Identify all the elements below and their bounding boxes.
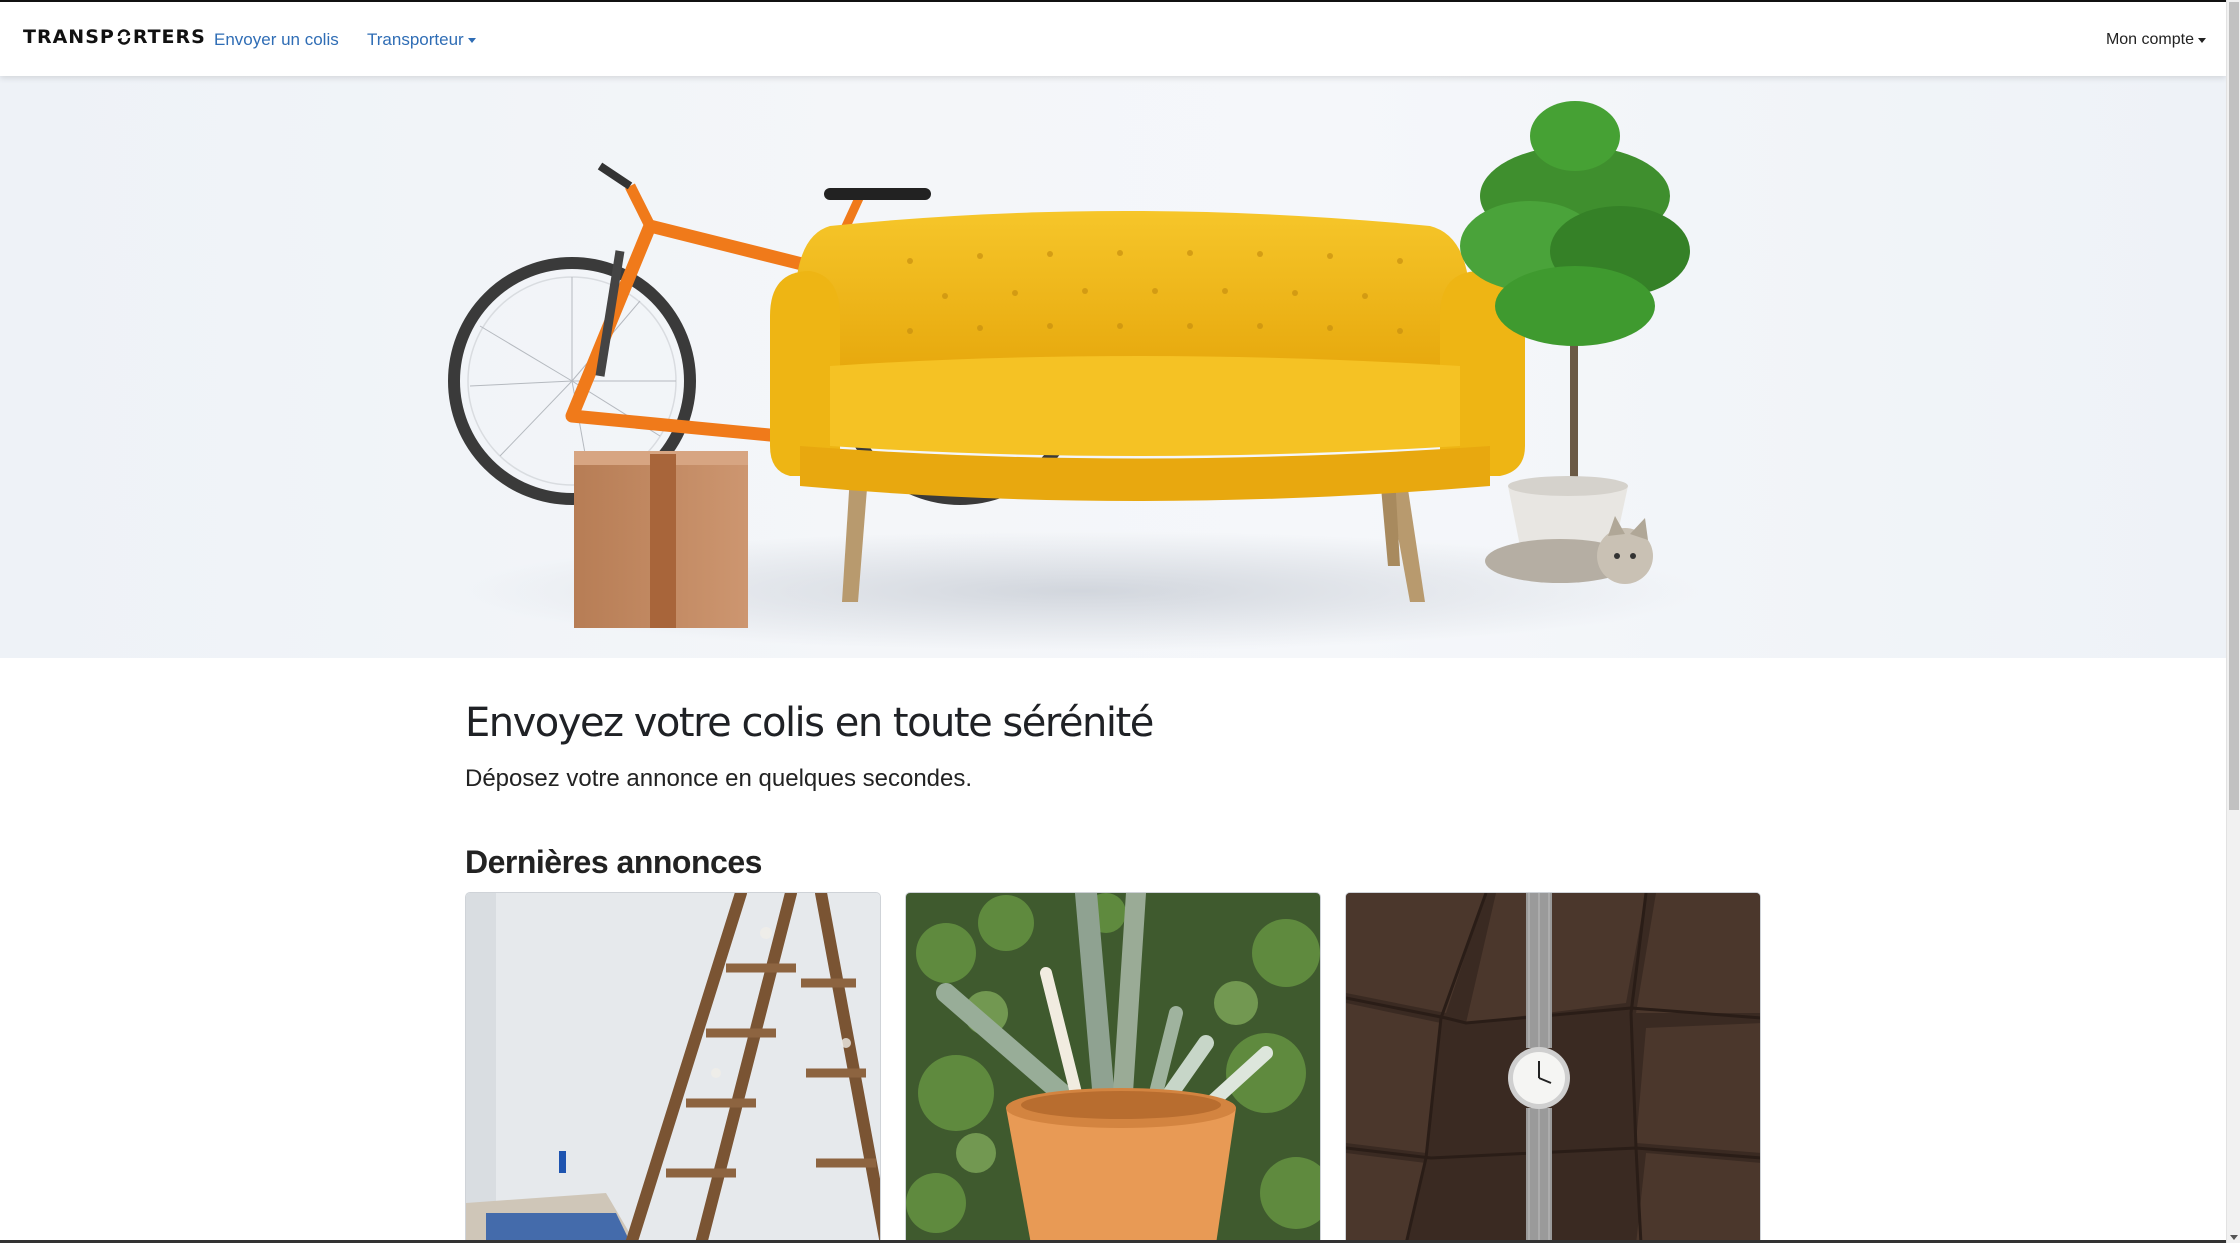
brand-text-right: RTERS — [132, 26, 206, 48]
latest-listings — [465, 892, 1761, 1243]
caret-down-icon — [2198, 37, 2206, 43]
garden-tools-image — [906, 893, 1320, 1242]
hero-illustration — [448, 101, 1700, 651]
scrollbar-thumb[interactable] — [2229, 2, 2239, 810]
nav-link-send-parcel[interactable]: Envoyer un colis — [214, 30, 339, 50]
brand-text-left: TRANSP — [23, 26, 115, 48]
listing-card[interactable] — [905, 892, 1321, 1243]
logo-arrows-icon — [117, 29, 131, 45]
nav-dropdown-carrier-label: Transporteur — [367, 30, 464, 49]
scroll-down-arrow-icon[interactable] — [2230, 1235, 2238, 1240]
account-dropdown[interactable]: Mon compte — [2106, 31, 2206, 49]
top-navbar: TRANSP RTERS Envoyer un colis Transporte… — [0, 0, 2226, 76]
caret-down-icon — [467, 37, 476, 43]
account-dropdown-label: Mon compte — [2105, 31, 2194, 48]
cardboard-box-icon — [574, 451, 748, 628]
wooden-ladder-image — [466, 893, 880, 1242]
hero-banner — [0, 76, 2226, 658]
page-scrollbar[interactable] — [2226, 0, 2240, 1243]
latest-listings-title: Dernières annonces — [465, 844, 762, 880]
nav-dropdown-carrier[interactable]: Transporteur — [367, 30, 476, 50]
listing-card[interactable] — [465, 892, 881, 1243]
listing-card[interactable] — [1345, 892, 1761, 1243]
wristwatch-image — [1346, 893, 1760, 1242]
nav-link-send-parcel-label: Envoyer un colis — [214, 30, 339, 49]
brand-logo[interactable]: TRANSP RTERS — [23, 26, 206, 48]
page-title: Envoyez votre colis en toute sérénité — [465, 700, 1154, 746]
page-subtitle: Déposez votre annonce en quelques second… — [465, 765, 973, 792]
